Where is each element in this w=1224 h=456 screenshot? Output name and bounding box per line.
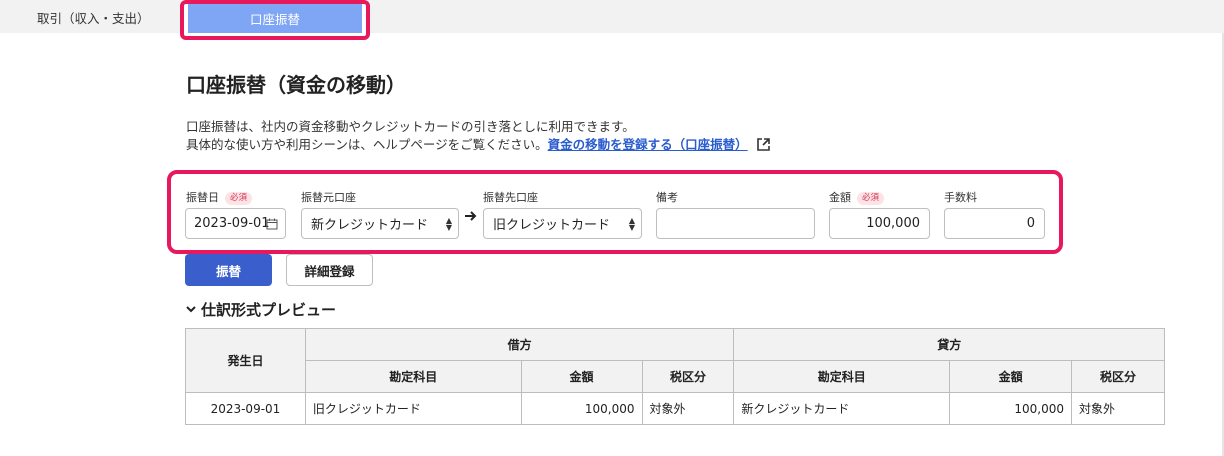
amount-input[interactable]: 100,000 (829, 208, 930, 239)
date-label: 振替日 必須 (186, 189, 253, 205)
header-debit-account: 勘定科目 (304, 360, 522, 393)
arrow-right-icon (464, 208, 478, 227)
required-badge: 必須 (857, 192, 885, 205)
description-line-2: 具体的な使い方や利用シーンは、ヘルプページをご覧ください。資金の移動を登録する（… (186, 134, 771, 155)
tab-bar: 取引（収入・支出） 口座振替 (0, 0, 1224, 40)
memo-input[interactable] (656, 208, 815, 239)
description-text: 具体的な使い方や利用シーンは、ヘルプページをご覧ください。 (186, 137, 548, 152)
tab-highlight-frame: 口座振替 (180, 0, 370, 40)
header-credit-account: 勘定科目 (733, 360, 951, 393)
to-account-label: 振替先口座 (483, 191, 538, 204)
from-account-value: 新クレジットカード (311, 218, 429, 233)
required-badge: 必須 (225, 192, 253, 205)
header-debit-amount: 金額 (520, 360, 643, 393)
select-arrows-icon: ▲ ▼ (628, 216, 635, 232)
header-date: 発生日 (185, 328, 306, 393)
date-input[interactable]: 2023-09-01 (185, 208, 286, 239)
page-title: 口座振替（資金の移動） (186, 73, 406, 97)
table-row: 2023-09-01 旧クレジットカード 100,000 対象外 新クレジットカ… (185, 392, 1165, 425)
journal-preview-table: 発生日 借方 貸方 勘定科目 金額 税区分 勘定科目 金額 税区分 2023-0… (185, 328, 1165, 425)
tab-transactions[interactable]: 取引（収入・支出） (37, 8, 150, 27)
tab-account-transfer[interactable]: 口座振替 (188, 4, 362, 33)
row-debit-amount: 100,000 (520, 392, 643, 425)
help-link[interactable]: 資金の移動を登録する（口座振替） (548, 137, 748, 152)
header-credit: 貸方 (733, 328, 1165, 361)
description-line-1: 口座振替は、社内の資金移動やクレジットカードの引き落としに利用できます。 (186, 119, 635, 134)
fee-value: 0 (1026, 216, 1035, 231)
from-account-label: 振替元口座 (301, 191, 356, 204)
row-debit-account: 旧クレジットカード (304, 392, 522, 425)
chevron-down-icon (185, 301, 197, 319)
row-debit-tax: 対象外 (641, 392, 735, 425)
date-label-text: 振替日 (186, 191, 219, 204)
header-credit-tax: 税区分 (1071, 360, 1165, 393)
header-credit-amount: 金額 (949, 360, 1073, 393)
memo-label: 備考 (656, 191, 678, 204)
date-value: 2023-09-01 (194, 216, 270, 231)
to-account-select[interactable]: 旧クレジットカード ▲ ▼ (483, 208, 642, 239)
detail-register-button[interactable]: 詳細登録 (286, 254, 373, 286)
external-link-icon[interactable] (756, 137, 771, 155)
fee-label: 手数料 (944, 191, 977, 204)
fee-input[interactable]: 0 (944, 208, 1045, 239)
row-credit-tax: 対象外 (1071, 392, 1165, 425)
select-arrows-icon: ▲ ▼ (445, 216, 452, 232)
preview-toggle[interactable]: 仕訳形式プレビュー (185, 299, 336, 320)
calendar-icon[interactable] (266, 218, 278, 234)
row-credit-account: 新クレジットカード (733, 392, 951, 425)
amount-value: 100,000 (866, 216, 920, 231)
header-debit-tax: 税区分 (641, 360, 735, 393)
to-account-value: 旧クレジットカード (493, 218, 611, 233)
transfer-button[interactable]: 振替 (185, 254, 272, 286)
header-debit: 借方 (304, 328, 735, 361)
row-credit-amount: 100,000 (949, 392, 1073, 425)
amount-label-text: 金額 (829, 191, 851, 204)
preview-title: 仕訳形式プレビュー (201, 301, 337, 319)
row-date: 2023-09-01 (185, 392, 306, 425)
from-account-select[interactable]: 新クレジットカード ▲ ▼ (301, 208, 459, 239)
amount-label: 金額 必須 (829, 189, 885, 205)
